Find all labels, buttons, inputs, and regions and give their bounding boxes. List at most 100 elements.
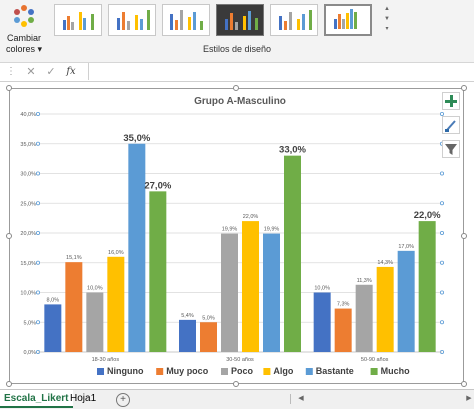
legend-label: Algo [273,366,293,376]
gallery-scrollbar[interactable]: ▲ ▼ ▾ [383,4,391,36]
cancel-icon[interactable]: ✕ [22,65,40,79]
formula-input[interactable] [88,63,474,80]
data-label: 33,0% [279,145,306,156]
y-tick-label: 40,0% [20,112,36,118]
axis-handle [439,201,444,206]
filter-icon [445,144,457,155]
data-label: 19,9% [264,227,280,233]
bar-ninguno [44,304,62,352]
x-tick-label: 30-50 años [226,357,254,363]
chart-elements-button[interactable] [442,92,460,110]
legend-label: Bastante [316,366,354,376]
chart-filters-button[interactable] [442,140,460,158]
data-label: 10,0% [314,286,330,292]
axis-handle [35,290,40,295]
y-tick-label: 20,0% [20,231,36,237]
resize-handle[interactable] [6,85,12,91]
scroll-down-icon[interactable]: ▼ [383,14,391,24]
chart-style-thumb[interactable] [216,4,264,36]
sheet-tab-hoja1[interactable]: Hoja1 [66,390,100,408]
resize-handle[interactable] [461,381,467,387]
sheet-tab-escala-likert[interactable]: Escala_Likert [0,390,73,408]
data-label: 16,0% [108,250,124,256]
data-label: 5,4% [181,313,194,319]
axis-handle [35,141,40,146]
insert-function-button[interactable]: fx [62,65,80,79]
legend-swatch [305,368,313,375]
tab-divider [290,394,291,404]
axis-handle [35,201,40,206]
data-label: 11,3% [357,278,372,284]
legend-label: Muy poco [166,366,209,376]
x-tick-label: 18-30 años [92,357,120,363]
data-label: 14,3% [377,260,393,266]
chart-area[interactable]: Grupo A-Masculino 0,0% 5,0% 10,0% 15,0% 20,0%… [9,88,464,384]
y-tick-label: 30,0% [20,172,36,178]
bar-muy-poco [334,308,352,352]
formula-bar: ⋮ ✕ ✓ fx [0,63,474,82]
enter-icon[interactable]: ✓ [42,65,60,79]
axis-handle [439,320,444,325]
axis-handle [35,320,40,325]
bar-poco [355,284,373,352]
resize-handle[interactable] [233,85,239,91]
axis-handle [439,171,444,176]
change-colors-label: Cambiar [6,33,41,43]
data-label: 17,0% [398,244,414,250]
bar-poco [221,233,238,352]
chart-style-thumb[interactable] [270,4,318,36]
x-tick-label: 50-90 años [361,357,389,363]
bar-poco [86,292,104,352]
scroll-right-icon[interactable]: ▶ [464,394,474,404]
resize-handle[interactable] [461,233,467,239]
axis-handle [439,230,444,235]
data-label: 10,0% [87,286,103,292]
data-label: 7,3% [337,302,350,308]
bar-muy-poco [200,322,217,352]
data-label: 5,0% [202,315,215,321]
horizontal-scrollbar[interactable]: ◀ ▶ [296,394,474,404]
chart-style-thumb[interactable] [108,4,156,36]
palette-icon [14,5,34,27]
data-label: 22,0% [243,214,259,220]
bar-ninguno [179,319,196,352]
ribbon-group-label: Estilos de diseño [202,44,272,54]
chart-style-thumb-selected[interactable] [324,4,372,36]
legend-label: Mucho [381,366,410,376]
brush-icon [445,120,456,132]
axis-handle [439,260,444,265]
legend-swatch [221,368,228,375]
scroll-left-icon[interactable]: ◀ [296,394,306,404]
chart-styles-button[interactable] [442,116,460,134]
y-tick-label: 5,0% [23,320,36,326]
y-tick-label: 0,0% [23,350,36,356]
legend-label: Poco [231,366,254,376]
chart-style-thumb[interactable] [54,4,102,36]
axis-handle [35,111,40,116]
scroll-up-icon[interactable]: ▲ [383,4,391,14]
data-label: 22,0% [414,210,441,221]
chart-style-thumb[interactable] [162,4,210,36]
ribbon: Cambiar colores ▾ ▲ ▼ ▾ Estilos de diseñ… [0,0,474,63]
add-sheet-icon[interactable]: + [116,393,130,407]
axis-handle [35,230,40,235]
bar-bastante [128,143,146,352]
bar-mucho [284,155,301,352]
y-tick-label: 25,0% [20,201,36,207]
legend-swatch [370,368,378,375]
resize-handle[interactable] [461,85,467,91]
bar-muy-poco [65,262,83,352]
y-tick-label: 15,0% [20,261,36,267]
more-styles-icon[interactable]: ▾ [383,24,391,34]
bar-algo [107,256,125,352]
resize-handle[interactable] [6,381,12,387]
axis-handle [439,290,444,295]
more-options-icon[interactable]: ⋮ [6,66,16,77]
sheet-tab-bar: Escala_Likert Hoja1 + ◀ ▶ [0,389,474,409]
resize-handle[interactable] [6,233,12,239]
legend-swatch [263,368,271,375]
legend-swatch [97,368,104,375]
plus-icon [445,95,457,107]
resize-handle[interactable] [233,381,239,387]
data-label: 8,0% [47,297,60,303]
